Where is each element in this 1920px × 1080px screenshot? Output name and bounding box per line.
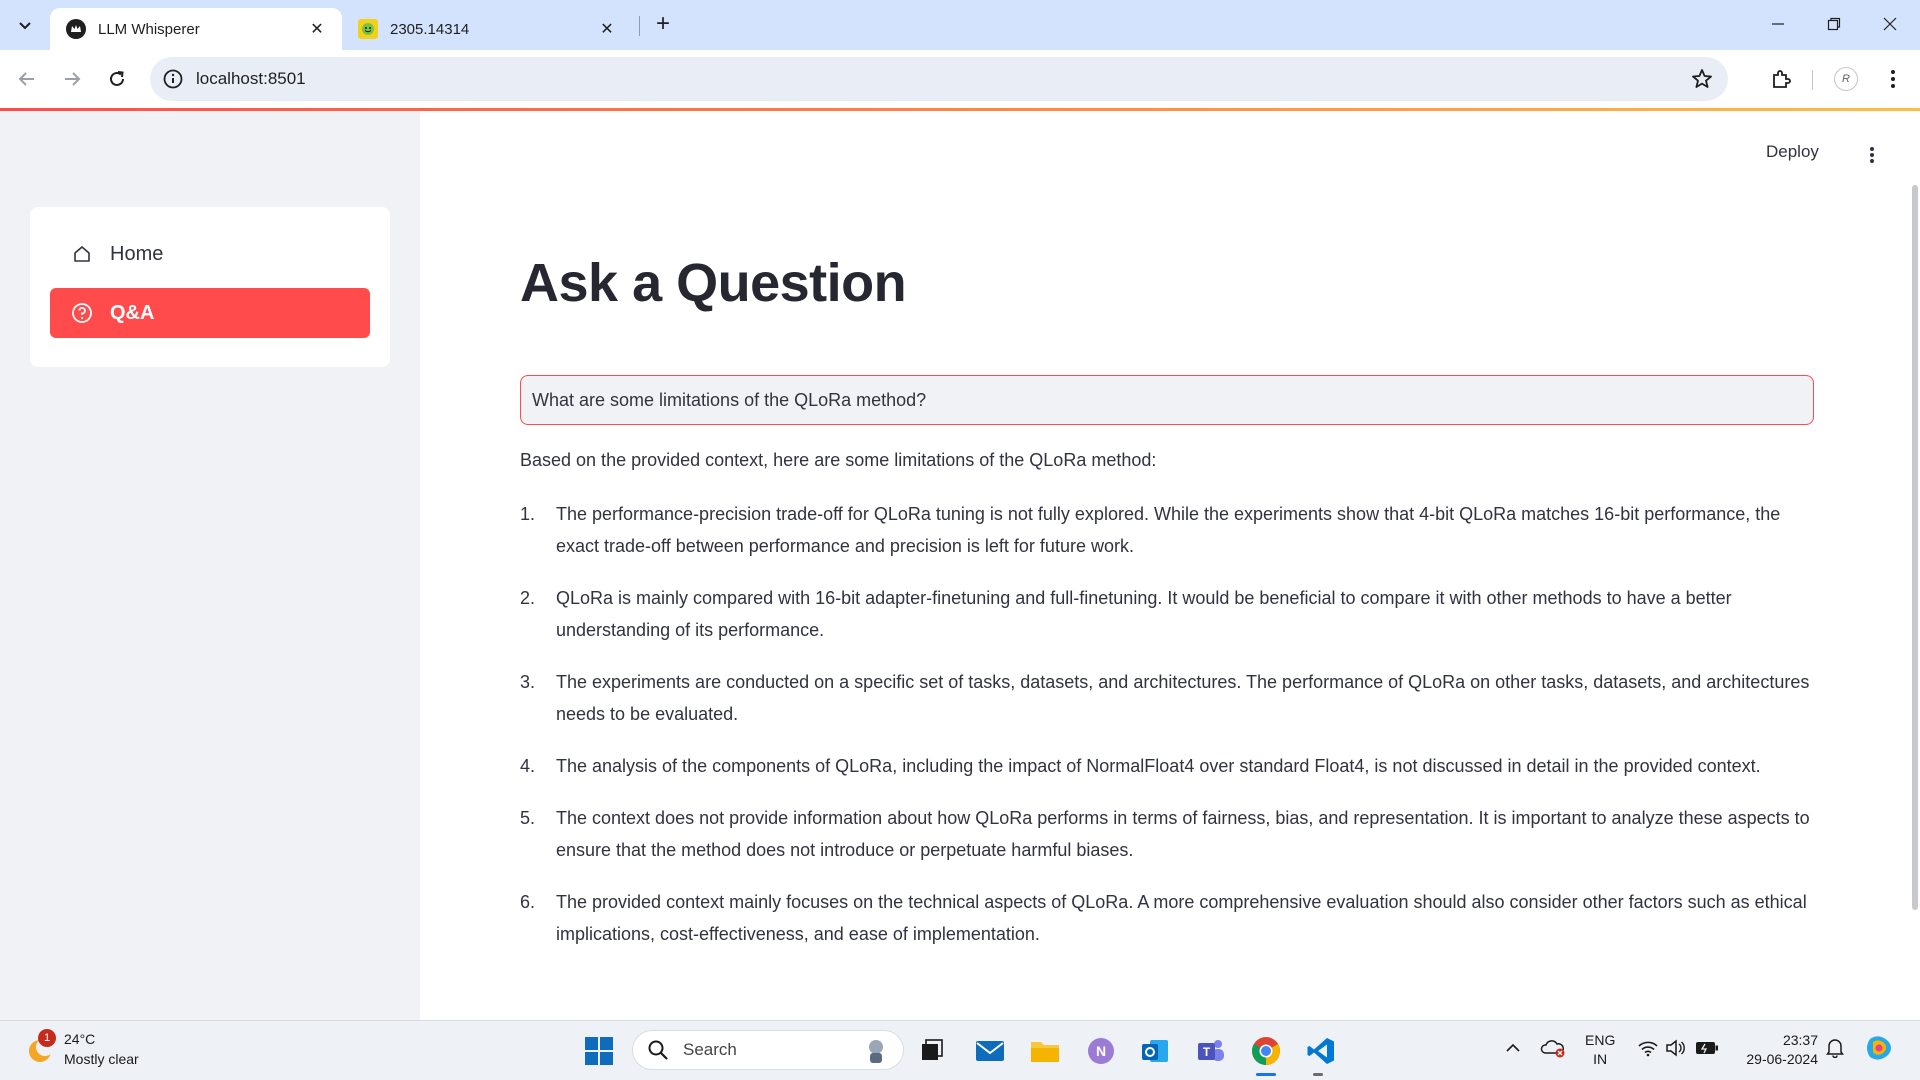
new-tab-plus-icon[interactable]: + bbox=[650, 10, 676, 37]
sidebar-item-home[interactable]: Home bbox=[50, 229, 370, 279]
llm-whisperer-favicon-icon bbox=[66, 19, 86, 39]
list-item-text: The provided context mainly focuses on t… bbox=[556, 892, 1807, 944]
search-icon bbox=[648, 1040, 668, 1060]
tab-llm-whisperer[interactable]: LLM Whisperer ✕ bbox=[50, 8, 342, 50]
list-item-number: 5. bbox=[520, 808, 536, 828]
deploy-button[interactable]: Deploy bbox=[1766, 142, 1819, 162]
close-window-icon[interactable] bbox=[1862, 0, 1918, 48]
notification-bell-icon[interactable] bbox=[1820, 1033, 1850, 1063]
extensions-puzzle-icon[interactable] bbox=[1768, 66, 1794, 92]
weather-description[interactable]: Mostly clear bbox=[64, 1051, 139, 1067]
tab-search-icon[interactable] bbox=[10, 10, 40, 40]
list-item-text: The analysis of the components of QLoRa,… bbox=[556, 756, 1761, 776]
sidebar-item-qa[interactable]: Q&A bbox=[50, 288, 370, 338]
list-item-text: The performance-precision trade-off for … bbox=[556, 504, 1781, 556]
wifi-icon[interactable] bbox=[1633, 1033, 1663, 1063]
outlook-icon[interactable] bbox=[1137, 1033, 1173, 1069]
copilot-icon[interactable] bbox=[1864, 1033, 1894, 1063]
show-hidden-icons-chevron-icon[interactable] bbox=[1498, 1033, 1528, 1063]
question-circle-icon bbox=[70, 301, 94, 325]
list-item-number: 6. bbox=[520, 892, 536, 912]
forward-arrow-icon[interactable] bbox=[57, 64, 87, 94]
house-icon bbox=[70, 242, 94, 266]
onedrive-error-icon[interactable] bbox=[1538, 1033, 1568, 1063]
site-info-icon[interactable] bbox=[162, 68, 184, 90]
list-item-number: 3. bbox=[520, 672, 536, 692]
weather-notification-badge: 1 bbox=[38, 1029, 56, 1047]
browser-toolbar: localhost:8501 R bbox=[0, 50, 1920, 108]
tab-title: 2305.14314 bbox=[390, 20, 470, 38]
battery-icon[interactable] bbox=[1692, 1033, 1722, 1063]
sidebar: Home Q&A bbox=[0, 111, 420, 1020]
chrome-active-indicator bbox=[1256, 1073, 1276, 1076]
chrome-menu-icon[interactable] bbox=[1880, 66, 1906, 92]
language-code: ENG bbox=[1585, 1032, 1616, 1048]
url-text[interactable]: localhost:8501 bbox=[196, 69, 306, 89]
list-item-text: The experiments are conducted on a speci… bbox=[556, 672, 1810, 724]
toolbar-separator bbox=[1812, 70, 1813, 90]
chrome-icon[interactable] bbox=[1248, 1033, 1284, 1069]
tab-divider bbox=[639, 16, 640, 36]
main-menu-kebab-icon[interactable] bbox=[1860, 143, 1884, 167]
list-item: 3. The experiments are conducted on a spe… bbox=[520, 666, 1820, 730]
tab-arxiv-paper[interactable]: 2305.14314 ✕ bbox=[342, 8, 632, 50]
list-item: 1. The performance-precision trade-off fo… bbox=[520, 498, 1820, 562]
task-view-icon[interactable] bbox=[914, 1033, 950, 1069]
taskbar-search[interactable]: Search bbox=[632, 1030, 904, 1070]
teams-icon[interactable]: T bbox=[1193, 1033, 1229, 1069]
windows-start-icon[interactable] bbox=[584, 1036, 614, 1066]
svg-text:T: T bbox=[1203, 1045, 1211, 1059]
weather-temperature[interactable]: 24°C bbox=[64, 1031, 95, 1047]
restore-window-icon[interactable] bbox=[1806, 0, 1862, 48]
browser-tab-bar: LLM Whisperer ✕ 2305.14314 ✕ + bbox=[0, 0, 1920, 50]
list-item: 5. The context does not provide informati… bbox=[520, 802, 1820, 866]
answer-list: 1. The performance-precision trade-off fo… bbox=[520, 498, 1820, 970]
vscode-icon[interactable] bbox=[1303, 1033, 1339, 1069]
onenote-icon[interactable]: N bbox=[1083, 1033, 1119, 1069]
list-item-number: 2. bbox=[520, 588, 536, 608]
list-item: 2. QLoRa is mainly compared with 16-bit a… bbox=[520, 582, 1820, 646]
tab-title: LLM Whisperer bbox=[98, 20, 200, 38]
page-title: Ask a Question bbox=[520, 253, 907, 313]
smiley-favicon-icon bbox=[358, 19, 378, 39]
volume-icon[interactable] bbox=[1661, 1033, 1691, 1063]
reload-icon[interactable] bbox=[102, 64, 132, 94]
list-item-text: QLoRa is mainly compared with 16-bit ada… bbox=[556, 588, 1732, 640]
sidebar-item-label: Home bbox=[110, 242, 164, 265]
sidebar-menu: Home Q&A bbox=[30, 207, 390, 367]
taskbar-search-label: Search bbox=[683, 1040, 737, 1059]
main-scrollbar[interactable] bbox=[1912, 185, 1918, 910]
region-code: IN bbox=[1593, 1051, 1608, 1067]
search-highlight-icon bbox=[869, 1040, 883, 1063]
file-explorer-icon[interactable] bbox=[1027, 1033, 1063, 1069]
clock-time: 23:37 bbox=[1782, 1032, 1818, 1048]
clock-date: 29-06-2024 bbox=[1746, 1051, 1818, 1067]
bookmark-star-icon[interactable] bbox=[1690, 67, 1714, 91]
list-item: 6. The provided context mainly focuses on… bbox=[520, 886, 1820, 950]
minimize-window-icon[interactable] bbox=[1750, 0, 1806, 48]
close-tab-icon[interactable]: ✕ bbox=[306, 18, 328, 40]
list-item-text: The context does not provide information… bbox=[556, 808, 1810, 860]
address-bar[interactable]: localhost:8501 bbox=[150, 57, 1728, 101]
sidebar-item-label: Q&A bbox=[110, 301, 155, 324]
question-input[interactable] bbox=[520, 375, 1814, 425]
close-tab-icon[interactable]: ✕ bbox=[596, 18, 618, 40]
back-arrow-icon[interactable] bbox=[12, 64, 42, 94]
profile-avatar[interactable]: R bbox=[1834, 67, 1858, 91]
mail-icon[interactable] bbox=[972, 1033, 1008, 1069]
language-indicator[interactable]: ENG IN bbox=[1585, 1031, 1615, 1069]
svg-text:N: N bbox=[1096, 1043, 1106, 1059]
list-item: 4. The analysis of the components of QLoR… bbox=[520, 750, 1820, 782]
list-item-number: 1. bbox=[520, 504, 536, 524]
answer-intro: Based on the provided context, here are … bbox=[520, 450, 1157, 470]
vscode-open-indicator bbox=[1313, 1073, 1323, 1076]
taskbar-clock[interactable]: 23:37 29-06-2024 bbox=[1738, 1031, 1818, 1069]
windows-taskbar: 1 24°C Mostly clear Search N T ENG IN 23… bbox=[0, 1020, 1920, 1080]
list-item-number: 4. bbox=[520, 756, 536, 776]
